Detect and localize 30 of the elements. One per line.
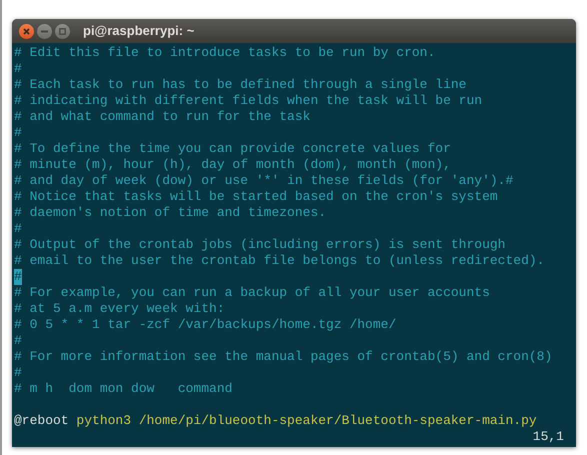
close-button[interactable]: [19, 24, 34, 38]
comment-line: # daemon's notion of time and timezones.: [14, 205, 326, 221]
comment-line: # Each task to run has to be defined through a single line: [14, 77, 466, 93]
maximize-button[interactable]: [55, 24, 70, 38]
comment-line: # 0 5 * * 1 tar -zcf /var/backups/home.tgz /home/: [14, 317, 396, 333]
comment-line: # Output of the crontab jobs (including errors) is sent through: [14, 237, 506, 253]
minimize-icon: [41, 30, 48, 32]
comment-line: # Edit this file to introduce tasks to be run by cron.: [14, 45, 436, 61]
comment-line: # at 5 a.m every week with:: [14, 301, 225, 317]
minimize-button[interactable]: [37, 24, 52, 38]
comment-line: # For example, you can run a backup of all your user accounts: [14, 285, 490, 301]
comment-line: # and day of week (dow) or use '*' in these fields (for 'any').#: [14, 173, 514, 189]
window-title: pi@raspberrypi: ~: [83, 22, 194, 40]
maximize-icon: [59, 28, 66, 34]
close-icon: [23, 28, 30, 34]
comment-line: # m h dom mon dow command: [14, 381, 232, 397]
comment-line: #: [14, 221, 22, 237]
comment-line: # minute (m), hour (h), day of month (dom), month (mon),: [14, 157, 451, 173]
comment-line: # Notice that tasks will be started based on the cron's system: [14, 189, 498, 205]
code-line: @reboot python3 /home/pi/blueooth-speaker/Bluetooth-speaker-main.py: [14, 413, 537, 429]
comment-line: #: [14, 61, 22, 77]
comment-line: #: [14, 333, 22, 349]
comment-line: #: [14, 125, 22, 141]
comment-line: # To define the time you can provide concrete values for: [14, 141, 451, 157]
comment-line: # and what command to run for the task: [14, 109, 310, 125]
comment-line: #: [14, 365, 22, 381]
comment-line: # indicating with different fields when the task will be run: [14, 93, 482, 109]
comment-line: # email to the user the crontab file belongs to (unless redirected).: [14, 253, 544, 269]
comment-line: # For more information see the manual pages of crontab(5) and cron(8): [14, 349, 552, 365]
cursor-position: 15,1: [532, 429, 564, 445]
